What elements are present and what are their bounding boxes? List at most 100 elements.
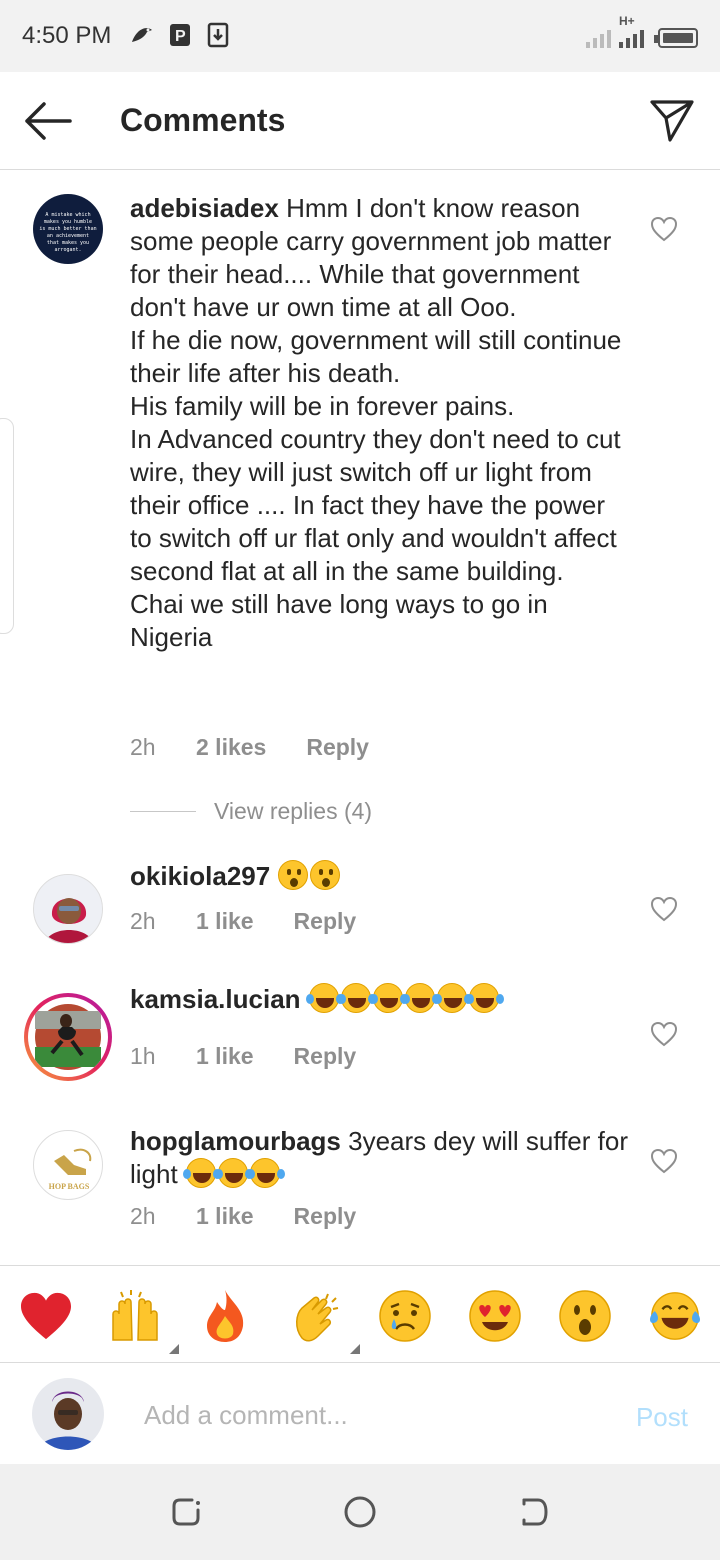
astonished-face-icon xyxy=(278,860,309,890)
current-user-avatar xyxy=(32,1378,104,1450)
comment-item: kamsia.lucian 1h 1 like Reply xyxy=(0,983,720,1105)
crying-face-button[interactable] xyxy=(377,1288,433,1344)
quote-image: A mistake which makes you humble is much… xyxy=(39,212,96,253)
clapping-hands-icon xyxy=(296,1293,339,1342)
comment-likes[interactable]: 1 like xyxy=(196,908,254,935)
recent-apps-icon[interactable] xyxy=(168,1494,204,1530)
like-heart-icon[interactable] xyxy=(650,896,678,922)
crying-face-icon xyxy=(379,1290,431,1342)
paper-plane-icon xyxy=(650,100,694,142)
skin-tone-indicator xyxy=(350,1344,360,1354)
comment-likes[interactable]: 1 like xyxy=(196,1203,254,1230)
comment-username[interactable]: kamsia.lucian xyxy=(130,984,301,1014)
tears-of-joy-icon xyxy=(337,983,371,1013)
comment-username[interactable]: okikiola297 xyxy=(130,861,270,891)
tears-of-joy-icon xyxy=(214,1158,248,1188)
comment-time: 2h xyxy=(130,908,156,934)
tears-of-joy-icon xyxy=(650,1292,700,1340)
comment-time: 1h xyxy=(130,1043,156,1069)
reply-button[interactable]: Reply xyxy=(294,1203,357,1230)
emoji-reaction-bar xyxy=(0,1265,720,1363)
comment-likes[interactable]: 2 likes xyxy=(196,734,266,761)
person-photo xyxy=(32,1378,104,1450)
back-button[interactable] xyxy=(22,98,72,144)
status-time: 4:50 PM xyxy=(22,22,112,49)
tears-of-joy-button[interactable] xyxy=(647,1288,703,1344)
comment-meta: 2h 1 like Reply xyxy=(130,1203,356,1230)
raising-hands-icon xyxy=(112,1290,158,1341)
comment-meta: 2h 1 like Reply xyxy=(130,908,356,935)
reply-button[interactable]: Reply xyxy=(306,734,369,761)
send-button[interactable] xyxy=(648,96,696,144)
home-icon[interactable] xyxy=(342,1494,378,1530)
view-replies-label: View replies (4) xyxy=(214,798,373,824)
svg-text:P: P xyxy=(175,28,186,45)
fire-icon xyxy=(207,1290,244,1342)
tears-of-joy-icon xyxy=(369,983,403,1013)
astonished-face-icon xyxy=(559,1290,611,1342)
page-title: Comments xyxy=(120,102,286,138)
status-icons-left: P xyxy=(128,20,232,50)
system-nav-bar xyxy=(0,1464,720,1560)
comment-item: HOP BAGS hopglamourbags 3years dey will … xyxy=(0,1125,720,1265)
comment-item: okikiola297 2h 1 like Reply xyxy=(0,860,720,980)
comment-composer: Post xyxy=(0,1364,720,1464)
avatar[interactable] xyxy=(33,874,103,944)
avatar[interactable]: HOP BAGS xyxy=(33,1130,103,1200)
view-replies-button[interactable]: View replies (4) xyxy=(130,798,372,825)
like-heart-icon[interactable] xyxy=(650,1021,678,1047)
comment-username[interactable]: adebisiadex xyxy=(130,193,279,223)
person-photo xyxy=(34,875,102,943)
comment-meta: 1h 1 like Reply xyxy=(130,1043,356,1070)
comment-item: A mistake which makes you humble is much… xyxy=(0,170,720,860)
reply-button[interactable]: Reply xyxy=(294,1043,357,1070)
header: Comments xyxy=(0,72,720,170)
svg-text:arrogant.: arrogant. xyxy=(54,247,81,253)
fire-button[interactable] xyxy=(197,1288,253,1344)
heart-eyes-button[interactable] xyxy=(467,1288,523,1344)
clapping-hands-button[interactable] xyxy=(288,1288,360,1354)
raising-hands-button[interactable] xyxy=(107,1288,179,1354)
post-button[interactable]: Post xyxy=(636,1402,688,1433)
signal-icon xyxy=(586,26,611,48)
comment-time: 2h xyxy=(130,1203,156,1229)
comment-input[interactable] xyxy=(144,1398,564,1432)
tears-of-joy-icon xyxy=(246,1158,280,1188)
svg-text:that makes you: that makes you xyxy=(47,240,89,246)
battery-icon xyxy=(654,28,698,48)
tears-of-joy-icon xyxy=(305,983,339,1013)
brand-logo: HOP BAGS xyxy=(49,1148,92,1191)
person-photo xyxy=(32,1001,104,1073)
like-heart-icon[interactable] xyxy=(650,216,678,242)
astonished-face-icon xyxy=(310,860,341,890)
arrow-left-icon xyxy=(25,102,72,140)
tears-of-joy-icon xyxy=(401,983,435,1013)
comment-body: kamsia.lucian xyxy=(130,983,630,1016)
back-nav-icon[interactable] xyxy=(516,1494,552,1530)
status-icons-right: H+ xyxy=(586,14,698,48)
comment-username[interactable]: hopglamourbags xyxy=(130,1126,341,1156)
svg-text:makes you humble: makes you humble xyxy=(44,219,92,225)
status-bar: 4:50 PM P H+ xyxy=(0,0,720,72)
comment-text: Hmm I don't know reason some people carr… xyxy=(130,193,622,652)
comment-body: okikiola297 xyxy=(130,860,630,893)
avatar-with-story-ring[interactable] xyxy=(24,993,112,1081)
like-heart-icon[interactable] xyxy=(650,1148,678,1174)
skin-tone-indicator xyxy=(169,1344,179,1354)
comment-body: hopglamourbags 3years dey will suffer fo… xyxy=(130,1125,630,1191)
red-heart-icon xyxy=(21,1292,71,1340)
comments-list[interactable]: A mistake which makes you humble is much… xyxy=(0,170,720,1265)
svg-text:A mistake which: A mistake which xyxy=(45,212,90,218)
reply-button[interactable]: Reply xyxy=(294,908,357,935)
avatar[interactable]: A mistake which makes you humble is much… xyxy=(33,194,103,264)
signal-ht-icon: H+ xyxy=(619,14,644,48)
comment-likes[interactable]: 1 like xyxy=(196,1043,254,1070)
astonished-face-button[interactable] xyxy=(557,1288,613,1344)
comment-time: 2h xyxy=(130,734,156,760)
red-heart-button[interactable] xyxy=(18,1288,74,1344)
heart-eyes-icon xyxy=(469,1290,521,1342)
comment-body: adebisiadex Hmm I don't know reason some… xyxy=(130,192,630,654)
bird-icon xyxy=(128,20,156,50)
svg-text:is much better than: is much better than xyxy=(39,226,96,232)
comment-meta: 2h 2 likes Reply xyxy=(130,734,369,761)
